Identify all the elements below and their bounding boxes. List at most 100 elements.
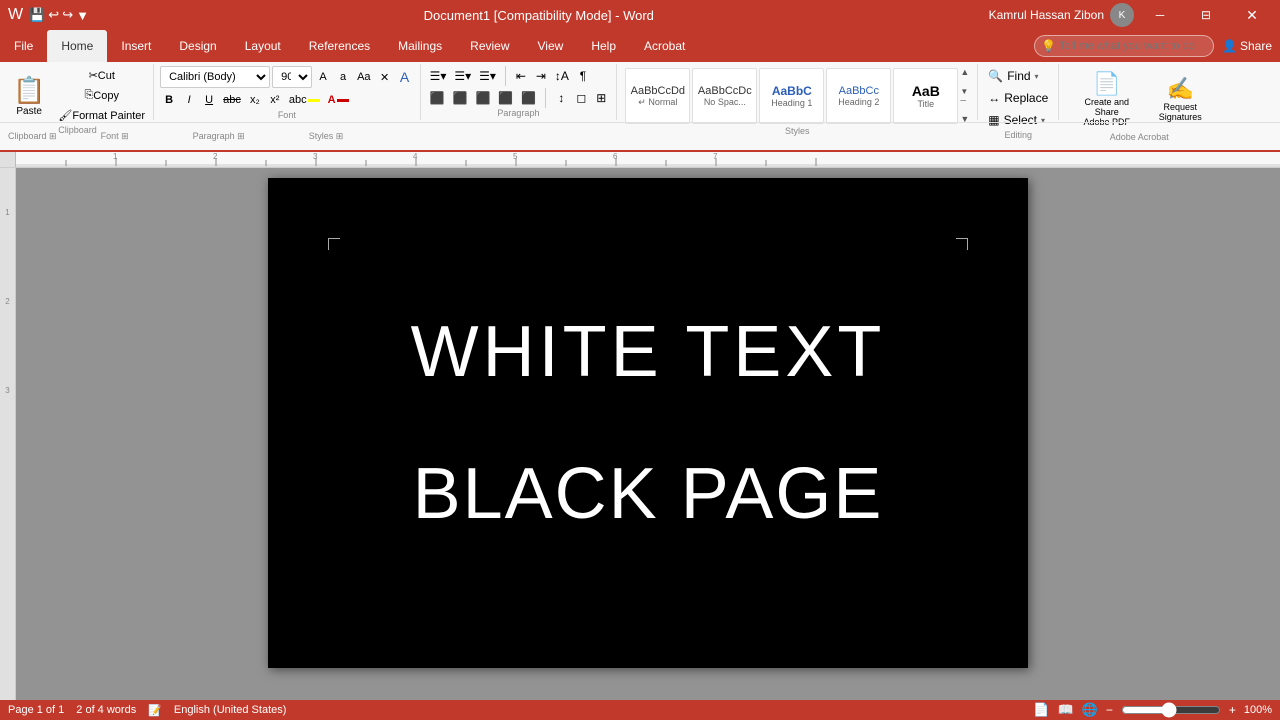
web-view-button[interactable]: 🌐 xyxy=(1082,702,1098,718)
text-effects-button[interactable]: A xyxy=(396,67,414,87)
tab-insert[interactable]: Insert xyxy=(107,30,165,62)
redo-icon[interactable]: ↪ xyxy=(62,7,73,23)
ribbon: 📋 Paste ✂ Cut ⎘ Copy 🖌 Format Painter Cl… xyxy=(0,62,1280,152)
tab-help[interactable]: Help xyxy=(577,30,630,62)
window-title: Document1 [Compatibility Mode] - Word xyxy=(424,8,654,23)
sort-button[interactable]: ↕A xyxy=(552,66,572,86)
minimize-button[interactable]: ─ xyxy=(1140,0,1180,30)
line-spacing-button[interactable]: ↕ xyxy=(552,88,570,108)
print-layout-view-button[interactable]: 📄 xyxy=(1033,702,1049,718)
align-right-button[interactable]: ⬛ xyxy=(472,88,493,108)
proofing-icon[interactable]: 📝 xyxy=(148,704,162,717)
replace-button[interactable]: ↔ Replace xyxy=(984,88,1052,108)
find-dropdown-icon: ▾ xyxy=(1035,72,1039,81)
shading-button[interactable]: ◻ xyxy=(572,88,590,108)
zoom-slider[interactable] xyxy=(1121,702,1221,718)
style-heading2[interactable]: AaBbCc Heading 2 xyxy=(826,68,891,124)
subscript-button[interactable]: x₂ xyxy=(246,90,264,110)
align-center-button[interactable]: ⬛ xyxy=(450,88,471,108)
align-left-button[interactable]: ⬛ xyxy=(427,88,448,108)
copy-button[interactable]: ⎘ Copy xyxy=(54,86,149,105)
svg-text:6: 6 xyxy=(613,152,618,161)
ruler-left-margin xyxy=(0,152,16,167)
tab-home[interactable]: Home xyxy=(47,30,107,62)
svg-text:5: 5 xyxy=(513,152,518,161)
save-icon[interactable]: 💾 xyxy=(29,7,45,23)
document-line2[interactable]: BLACK PAGE xyxy=(413,453,884,535)
bold-button[interactable]: B xyxy=(160,90,178,110)
font-shrink-button[interactable]: a xyxy=(334,67,352,87)
justify-button[interactable]: ⬛ xyxy=(495,88,516,108)
multilevel-button[interactable]: ☰▾ xyxy=(476,66,499,86)
font-row1: Calibri (Body) 90 A a Aa ✕ A xyxy=(160,66,413,88)
share-button[interactable]: 👤 Share xyxy=(1222,39,1272,53)
tab-view[interactable]: View xyxy=(524,30,578,62)
font-size-select[interactable]: 90 xyxy=(272,66,312,88)
borders-button[interactable]: ⊞ xyxy=(592,88,610,108)
svg-text:3: 3 xyxy=(313,152,318,161)
find-button[interactable]: 🔍 Find ▾ xyxy=(984,66,1052,86)
superscript-button[interactable]: x² xyxy=(266,90,284,110)
tell-me-input[interactable] xyxy=(1034,35,1214,57)
style-nospace[interactable]: AaBbCcDc No Spac... xyxy=(692,68,757,124)
font-color-button[interactable]: A xyxy=(325,90,352,110)
search-icon: 💡 xyxy=(1041,39,1056,53)
svg-text:4: 4 xyxy=(413,152,418,161)
increase-indent-button[interactable]: ⇥ xyxy=(532,66,550,86)
style-normal-label: ↵ Normal xyxy=(638,97,677,108)
paste-icon: 📋 xyxy=(13,75,45,106)
document-line1[interactable]: WHITE TEXT xyxy=(411,311,886,393)
styles-scroll-up[interactable]: ▲ xyxy=(960,68,969,77)
left-panel: 1 2 3 xyxy=(0,168,16,700)
font-grow-button[interactable]: A xyxy=(314,67,332,87)
corner-mark-tl xyxy=(328,238,340,250)
show-marks-button[interactable]: ¶ xyxy=(574,66,592,86)
tab-design[interactable]: Design xyxy=(165,30,230,62)
tab-layout[interactable]: Layout xyxy=(231,30,295,62)
columns-button[interactable]: ⬛ xyxy=(518,88,539,108)
zoom-out-icon[interactable]: − xyxy=(1106,703,1113,717)
style-title[interactable]: AaB Title xyxy=(893,68,958,124)
highlight-button[interactable]: abc xyxy=(286,90,323,110)
customize-icon[interactable]: ▼ xyxy=(76,8,89,23)
style-h1-preview: AaBbC xyxy=(772,84,812,98)
underline-button[interactable]: U xyxy=(200,90,218,110)
document-page[interactable]: WHITE TEXT BLACK PAGE xyxy=(268,178,1028,668)
read-view-button[interactable]: 📖 xyxy=(1057,702,1073,718)
tab-references[interactable]: References xyxy=(295,30,384,62)
decrease-indent-button[interactable]: ⇤ xyxy=(512,66,530,86)
italic-button[interactable]: I xyxy=(180,90,198,110)
tab-file[interactable]: File xyxy=(0,30,47,62)
font-face-select[interactable]: Calibri (Body) xyxy=(160,66,270,88)
clear-formatting-button[interactable]: ✕ xyxy=(376,67,394,87)
close-button[interactable]: ✕ xyxy=(1232,0,1272,30)
styles-expand[interactable]: ▼─ xyxy=(960,87,969,105)
style-h1-label: Heading 1 xyxy=(771,98,812,108)
tab-acrobat[interactable]: Acrobat xyxy=(630,30,699,62)
titlebar-left: W 💾 ↩ ↪ ▼ xyxy=(8,6,89,24)
undo-icon[interactable]: ↩ xyxy=(48,7,59,23)
page-marker-1: 1 xyxy=(5,208,9,217)
tab-review[interactable]: Review xyxy=(456,30,523,62)
bullets-button[interactable]: ☰▾ xyxy=(427,66,450,86)
numbering-button[interactable]: ☰▾ xyxy=(451,66,474,86)
user-avatar: K xyxy=(1110,3,1134,27)
restore-button[interactable]: ⊟ xyxy=(1186,0,1226,30)
cut-button[interactable]: ✂ Cut xyxy=(54,66,149,85)
style-normal[interactable]: AaBbCcDd ↵ Normal xyxy=(625,68,690,124)
change-case-button[interactable]: Aa xyxy=(354,67,373,87)
tab-mailings[interactable]: Mailings xyxy=(384,30,456,62)
strikethrough-button[interactable]: abc xyxy=(220,90,244,110)
para-row2: ⬛ ⬛ ⬛ ⬛ ⬛ ↕ ◻ ⊞ xyxy=(427,88,611,108)
paste-button[interactable]: 📋 Paste xyxy=(6,66,52,125)
ribbon-group-paragraph: ☰▾ ☰▾ ☰▾ ⇤ ⇥ ↕A ¶ ⬛ ⬛ ⬛ ⬛ ⬛ ↕ xyxy=(421,64,618,120)
document-area[interactable]: WHITE TEXT BLACK PAGE xyxy=(16,168,1280,700)
style-heading1[interactable]: AaBbC Heading 1 xyxy=(759,68,824,124)
tell-me-share-area: 💡 👤 Share xyxy=(1034,35,1280,57)
style-title-label: Title xyxy=(917,99,934,109)
ruler: 1 2 3 4 5 6 7 xyxy=(16,152,1280,167)
statusbar-right: 📄 📖 🌐 − + 100% xyxy=(1033,702,1272,718)
page-marker-3: 3 xyxy=(5,386,9,395)
request-signatures-button[interactable]: ✍ Request Signatures xyxy=(1152,71,1209,127)
zoom-in-icon[interactable]: + xyxy=(1229,703,1236,717)
